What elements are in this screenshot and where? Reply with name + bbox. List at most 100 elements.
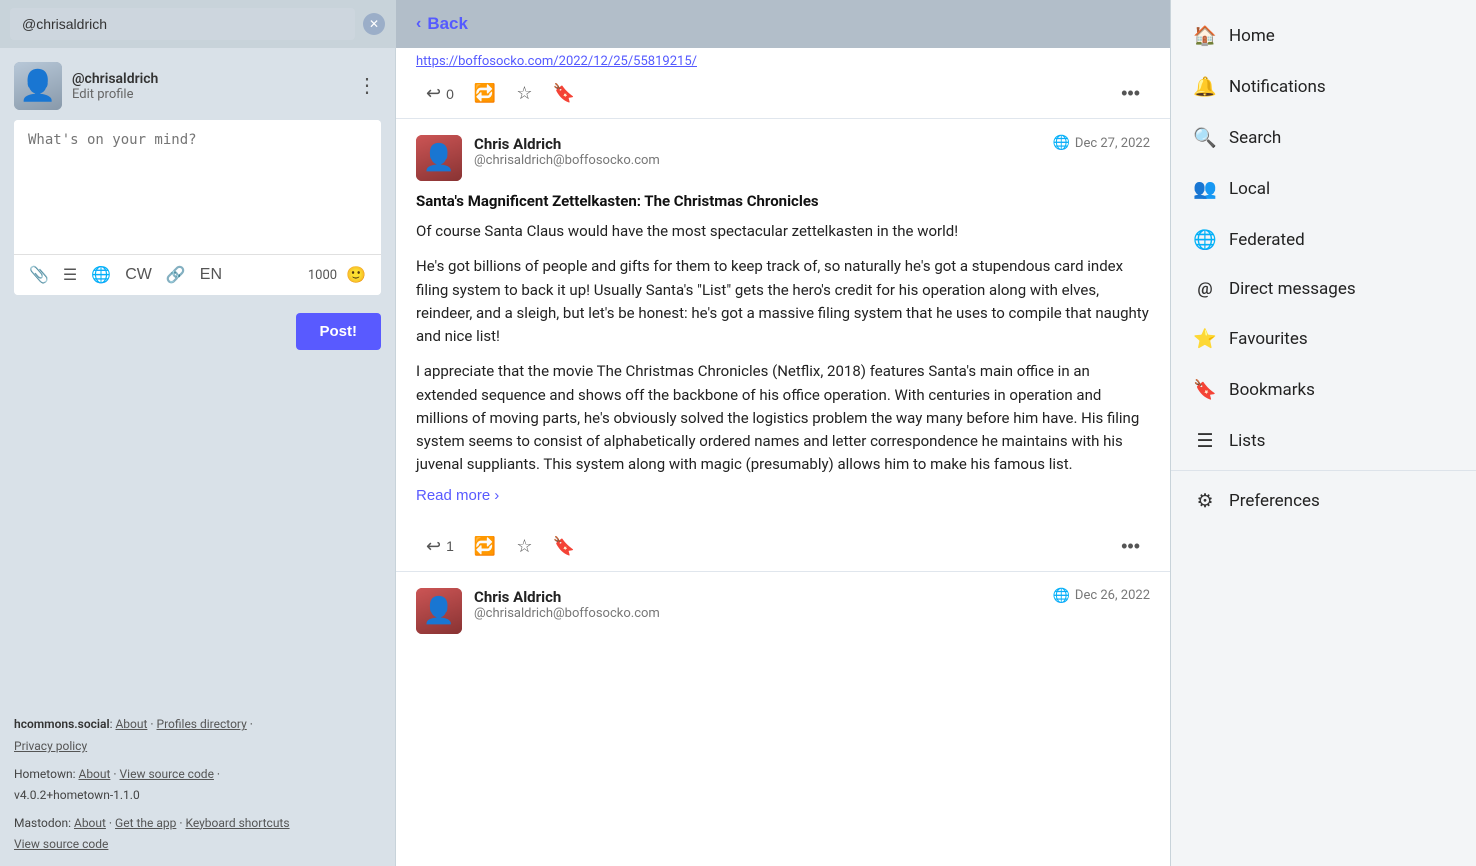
search-icon: 🔍: [1193, 126, 1217, 149]
compose-textarea[interactable]: [14, 120, 381, 250]
mastodon-about-link[interactable]: About: [74, 816, 106, 830]
home-label: Home: [1229, 26, 1275, 46]
post-body: Of course Santa Claus would have the mos…: [416, 220, 1150, 477]
second-post-globe-icon: 🌐: [1052, 588, 1069, 604]
read-more-label: Read more: [416, 487, 490, 504]
sidebar-item-preferences[interactable]: ⚙ Preferences: [1171, 475, 1476, 526]
post-button[interactable]: Post!: [296, 313, 382, 350]
federated-label: Federated: [1229, 230, 1305, 250]
more-button-top[interactable]: •••: [1111, 77, 1150, 110]
direct-messages-label: Direct messages: [1229, 279, 1356, 299]
sidebar-item-lists[interactable]: ☰ Lists: [1171, 415, 1476, 466]
first-post-top-action-bar: ↩ 0 🔁 ☆ 🔖 •••: [396, 69, 1170, 118]
post-body-p1: Of course Santa Claus would have the mos…: [416, 220, 1150, 243]
second-post-header: Chris Aldrich @chrisaldrich@boffosocko.c…: [416, 588, 1150, 634]
search-bar-container: @chrisaldrich ✕: [0, 0, 395, 48]
more-button-bottom[interactable]: •••: [1111, 530, 1150, 563]
boost-button-top[interactable]: 🔁: [464, 77, 506, 110]
federated-icon: 🌐: [1193, 228, 1217, 251]
chevron-right-icon: ›: [494, 487, 499, 504]
hometown-label: Hometown: [14, 767, 73, 781]
favourite-button-bottom[interactable]: ☆: [506, 530, 542, 563]
second-post-card: Chris Aldrich @chrisaldrich@boffosocko.c…: [396, 571, 1170, 652]
mastodon-source-link[interactable]: View source code: [14, 837, 108, 851]
reply-button-bottom[interactable]: ↩ 1: [416, 530, 464, 563]
notifications-label: Notifications: [1229, 77, 1326, 97]
get-the-app-link[interactable]: Get the app: [115, 816, 176, 830]
edit-profile-link[interactable]: Edit profile: [72, 87, 158, 102]
star-nav-icon: ⭐: [1193, 327, 1217, 350]
post-body-p2: He's got billions of people and gifts fo…: [416, 255, 1150, 348]
mastodon-label: Mastodon: [14, 816, 68, 830]
profile-menu-button[interactable]: ⋮: [353, 72, 381, 100]
reply-icon: ↩: [426, 83, 441, 104]
sidebar-item-federated[interactable]: 🌐 Federated: [1171, 214, 1476, 265]
reply-button-top[interactable]: ↩ 0: [416, 77, 464, 110]
keyboard-shortcuts-link[interactable]: Keyboard shortcuts: [185, 816, 289, 830]
second-post-date: 🌐 Dec 26, 2022: [1052, 588, 1150, 604]
local-icon: 👥: [1193, 177, 1217, 200]
favourites-label: Favourites: [1229, 329, 1308, 349]
profiles-directory-link[interactable]: Profiles directory: [157, 717, 247, 731]
hometown-source-link[interactable]: View source code: [120, 767, 214, 781]
left-footer: hcommons.social: About · Profiles direct…: [0, 700, 395, 866]
bookmark-icon: 🔖: [552, 83, 574, 104]
bookmark-icon-bottom: 🔖: [552, 536, 574, 557]
sidebar-item-bookmarks[interactable]: 🔖 Bookmarks: [1171, 364, 1476, 415]
char-count: 1000: [308, 268, 337, 283]
local-label: Local: [1229, 179, 1270, 199]
left-panel: @chrisaldrich ✕ @chrisaldrich Edit profi…: [0, 0, 395, 866]
read-more-button[interactable]: Read more ›: [416, 487, 499, 504]
attachment-button[interactable]: 📎: [24, 261, 54, 289]
lists-label: Lists: [1229, 431, 1265, 451]
sidebar-item-search[interactable]: 🔍 Search: [1171, 112, 1476, 163]
compose-area: 📎 ☰ 🌐 CW 🔗 EN 1000 🙂: [14, 120, 381, 295]
post-url-bar[interactable]: https://boffosocko.com/2022/12/25/558192…: [396, 48, 1170, 69]
privacy-policy-link[interactable]: Privacy policy: [14, 739, 87, 753]
gear-icon: ⚙: [1193, 489, 1217, 512]
boost-button-bottom[interactable]: 🔁: [464, 530, 506, 563]
first-post-card: Chris Aldrich @chrisaldrich@boffosocko.c…: [396, 118, 1170, 522]
emoji-button[interactable]: 🙂: [341, 261, 371, 289]
nav-divider: [1171, 470, 1476, 471]
avatar: [14, 62, 62, 110]
hometown-version: v4.0.2+hometown-1.1.0: [14, 788, 140, 802]
about-link[interactable]: About: [115, 717, 147, 731]
compose-toolbar: 📎 ☰ 🌐 CW 🔗 EN 1000 🙂: [14, 254, 381, 295]
post-btn-container: Post!: [0, 305, 395, 364]
post-date-text: Dec 27, 2022: [1075, 136, 1150, 151]
favourite-button-top[interactable]: ☆: [506, 77, 542, 110]
right-panel: 🏠 Home 🔔 Notifications 🔍 Search 👥 Local …: [1171, 0, 1476, 866]
hometown-about-link[interactable]: About: [78, 767, 110, 781]
sidebar-item-home[interactable]: 🏠 Home: [1171, 10, 1476, 61]
at-icon: @: [1193, 279, 1217, 299]
post-header: Chris Aldrich @chrisaldrich@boffosocko.c…: [416, 135, 1150, 181]
profile-info: @chrisaldrich Edit profile: [14, 62, 158, 110]
sidebar-item-notifications[interactable]: 🔔 Notifications: [1171, 61, 1476, 112]
lists-icon: ☰: [1193, 429, 1217, 452]
sidebar-item-favourites[interactable]: ⭐ Favourites: [1171, 313, 1476, 364]
post-meta: Chris Aldrich @chrisaldrich@boffosocko.c…: [474, 135, 1040, 168]
link-button[interactable]: 🔗: [161, 261, 191, 289]
cw-button[interactable]: CW: [120, 262, 157, 288]
star-icon-bottom: ☆: [516, 536, 532, 557]
bell-icon: 🔔: [1193, 75, 1217, 98]
search-input[interactable]: @chrisaldrich: [10, 8, 355, 40]
bookmark-button-top[interactable]: 🔖: [542, 77, 584, 110]
post-date: 🌐 Dec 27, 2022: [1052, 135, 1150, 151]
post-body-p3: I appreciate that the movie The Christma…: [416, 360, 1150, 476]
sidebar-item-local[interactable]: 👥 Local: [1171, 163, 1476, 214]
sidebar-item-direct-messages[interactable]: @ Direct messages: [1171, 265, 1476, 313]
post-author-avatar: [416, 135, 462, 181]
more-icon-bottom: •••: [1121, 536, 1140, 557]
list-button[interactable]: ☰: [58, 261, 82, 289]
clear-search-button[interactable]: ✕: [363, 13, 385, 35]
bookmark-nav-icon: 🔖: [1193, 378, 1217, 401]
back-button[interactable]: ‹ Back: [416, 14, 468, 34]
visibility-button[interactable]: 🌐: [86, 261, 116, 289]
bookmark-button-bottom[interactable]: 🔖: [542, 530, 584, 563]
more-icon: •••: [1121, 83, 1140, 104]
chevron-left-icon: ‹: [416, 15, 421, 33]
globe-icon: 🌐: [1052, 135, 1069, 151]
language-button[interactable]: EN: [195, 262, 227, 288]
